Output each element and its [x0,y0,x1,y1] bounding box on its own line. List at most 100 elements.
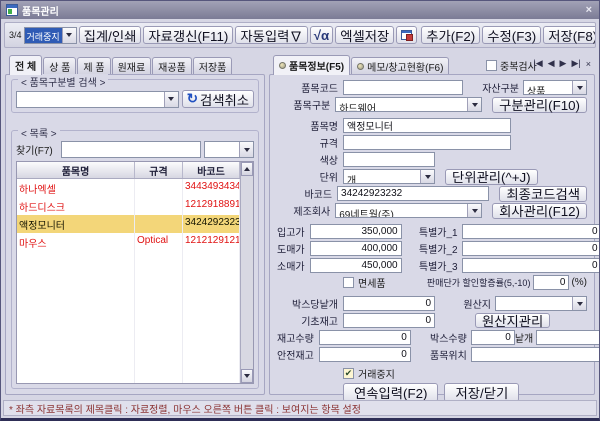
tab-products[interactable]: 제 품 [77,57,110,75]
item-category-label: 품목구분 [277,97,335,112]
tax-free-checkbox[interactable] [343,277,354,288]
duplicate-check-checkbox[interactable] [486,60,497,71]
chevron-down-icon[interactable] [420,170,434,183]
nav-last-icon[interactable]: ▶| [571,58,580,69]
base-stock-label: 기초재고 [277,313,343,328]
table-row-empty [17,341,253,359]
origin-select[interactable] [495,296,587,311]
base-stock-input[interactable] [343,313,435,328]
chevron-down-icon[interactable] [572,297,586,310]
table-row[interactable]: 마우스 Optical 121212912121 [17,233,253,251]
close-icon[interactable]: × [584,4,594,16]
status-filter-select[interactable]: 거래중지 [24,27,77,44]
chevron-down-icon[interactable] [164,92,178,107]
find-column-select[interactable] [204,141,254,158]
column-header-spec[interactable]: 규격 [135,162,183,178]
category-search-group: < 품목구분별 검색 > ↻ 검색취소 [11,79,259,113]
stock-label: 재고수량 [277,330,319,345]
table-row[interactable]: 하드디스크 1212918891212 [17,197,253,215]
chevron-down-icon[interactable] [572,81,586,94]
item-name-label: 품목명 [277,118,343,133]
excel-save-button[interactable]: 엑셀저장 [335,26,394,44]
table-scrollbar[interactable] [240,162,253,383]
special2-label: 특별가_2 [402,241,462,256]
duplicate-check: 중복검사 [486,58,537,73]
chevron-down-icon[interactable] [239,142,253,157]
special1-input[interactable] [462,224,600,239]
stock-input[interactable] [319,330,411,345]
piece-input[interactable] [536,330,600,345]
tab-goods[interactable]: 상 품 [43,57,76,75]
company-manage-button[interactable]: 회사관리(F12) [492,203,587,219]
location-label: 품목위치 [411,347,471,362]
auto-input-button[interactable]: 자동입력∇ [235,26,307,44]
chevron-down-icon[interactable] [467,98,481,111]
unit-select[interactable]: 개 [343,169,435,184]
item-name-input[interactable] [343,118,511,133]
save-button[interactable]: 저장(F8) [543,26,596,44]
nav-close-icon[interactable]: × [586,59,591,69]
edit-button[interactable]: 수정(F3) [482,26,541,44]
maker-label: 제조회사 [277,203,335,218]
in-price-input[interactable] [310,224,402,239]
wholesale-input[interactable] [310,241,402,256]
duplicate-check-label: 중복검사 [500,58,537,73]
box-qty-input[interactable] [471,330,515,345]
status-filter-value: 거래중지 [25,28,62,43]
data-refresh-button[interactable]: 자료갱신(F11) [143,26,233,44]
tab-item-info[interactable]: 품목정보(F5) [273,55,350,75]
discount-input[interactable] [533,275,569,290]
nav-next-icon[interactable]: ▶ [560,58,567,69]
per-box-input[interactable] [343,296,435,311]
add-button[interactable]: 추가(F2) [421,26,480,44]
location-input[interactable] [471,347,600,362]
print-button[interactable]: 집계/인쇄 [79,26,142,44]
scroll-down-icon[interactable] [241,369,253,383]
barcode-input[interactable] [337,186,489,201]
check-icon: ✔ [345,368,353,379]
scroll-up-icon[interactable] [241,162,253,176]
column-header-name[interactable]: 품목명 [17,162,135,178]
table-row-empty [17,305,253,323]
table-row-selected[interactable]: 액정모니터 34242923232 [17,215,253,233]
category-manage-button[interactable]: 구분관리(F10) [492,97,587,113]
tab-raw-materials[interactable]: 원재료 [112,57,152,75]
category-search-select[interactable] [16,91,179,108]
spec-input[interactable] [343,135,511,150]
trade-stop-checkbox[interactable]: ✔ [343,368,354,379]
detail-tabs: 품목정보(F5) 메모/창고현황(F6) [273,55,450,75]
tab-stored[interactable]: 저장품 [193,57,233,75]
tab-bullet-icon [357,63,364,70]
formula-icon[interactable]: √α [310,26,334,44]
maker-select[interactable]: 69네트웍(주) [335,203,482,218]
clipboard-icon[interactable] [396,26,417,44]
item-code-input[interactable] [343,80,463,95]
tab-wip[interactable]: 재공품 [152,57,192,75]
nav-prev-icon[interactable]: ◀ [548,58,555,69]
search-cancel-button[interactable]: ↻ 검색취소 [182,90,254,108]
table-row[interactable]: 하나엑셀 344349343434 [17,179,253,197]
tab-all[interactable]: 전 체 [9,55,42,75]
origin-manage-button[interactable]: 원산지관리 [475,313,550,328]
column-header-barcode[interactable]: 바코드 [183,162,240,178]
nav-first-icon[interactable]: |◀ [533,58,542,69]
retail-input[interactable] [310,258,402,273]
chevron-down-icon[interactable] [62,28,76,43]
last-code-search-button[interactable]: 최종코드검색 [499,186,587,202]
record-indicator: 3/4 [9,30,22,40]
chevron-down-icon[interactable] [467,204,481,217]
tab-memo-warehouse[interactable]: 메모/창고현황(F6) [351,57,449,75]
window-title: 품목관리 [22,3,584,18]
unit-manage-button[interactable]: 단위관리(^+J) [445,169,538,185]
box-qty-label: 박스수량 [411,330,471,345]
special2-input[interactable] [462,241,600,256]
color-input[interactable] [343,152,435,167]
special3-input[interactable] [462,258,600,273]
find-input[interactable] [61,141,201,158]
safe-stock-input[interactable] [319,347,411,362]
discount-suffix: (%) [569,277,587,288]
asset-type-select[interactable]: 상품 [523,80,587,95]
item-category-select[interactable]: 하드웨어 [335,97,482,112]
status-hint-text: * 좌측 자료목록의 제목클릭 : 자료정렬, 마우스 오른쪽 버튼 클릭 : … [9,401,361,416]
barcode-label: 바코드 [277,186,337,201]
